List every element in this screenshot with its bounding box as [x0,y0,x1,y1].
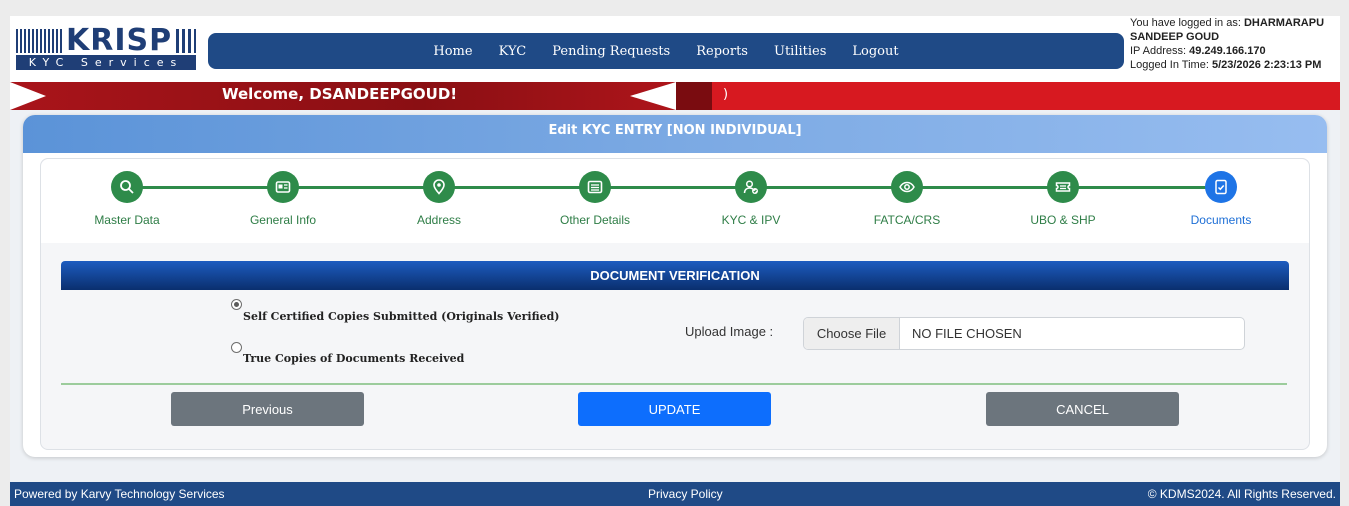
step-label: Documents [1190,213,1252,227]
upload-image-label: Upload Image : [685,324,774,339]
step-ubo-shp[interactable]: UBO & SHP [993,171,1133,227]
step-label: FATCA/CRS [873,213,941,227]
footer-powered-by: Powered by Karvy Technology Services [14,487,225,501]
ip-address: 49.249.166.170 [1189,45,1266,57]
step-label: Other Details [559,213,631,227]
nav-reports[interactable]: Reports [696,44,748,59]
step-kyc-ipv[interactable]: KYC & IPV [681,171,821,227]
form-divider [61,383,1287,385]
footer-copyright: © KDMS2024. All Rights Reserved. [1147,487,1336,501]
stepper: Master Data General Info Address Other D… [41,159,1309,243]
welcome-paren: ) [723,87,729,102]
user-check-icon [735,171,767,203]
step-label: UBO & SHP [1030,213,1096,227]
cancel-button[interactable]: CANCEL [986,392,1179,426]
krisp-logo[interactable]: KRISP KYC Services [16,23,196,72]
step-label: Master Data [94,213,160,227]
welcome-text: Welcome, DSANDEEPGOUD! [222,85,458,103]
true-copies-label[interactable]: True Copies of Documents Received [243,352,464,365]
banner-arrow-right [630,82,676,110]
nav-utilities[interactable]: Utilities [774,44,826,59]
login-time-label: Logged In Time: [1130,59,1209,71]
step-general-info[interactable]: General Info [213,171,353,227]
document-verification-header: DOCUMENT VERIFICATION [61,261,1289,290]
footer: Powered by Karvy Technology Services Pri… [10,482,1340,506]
logo-subtitle: KYC Services [16,55,196,70]
step-label: KYC & IPV [721,213,781,227]
nav-pending-requests[interactable]: Pending Requests [552,44,670,59]
logo-wordmark: KRISP [66,23,173,58]
previous-button[interactable]: Previous [171,392,364,426]
ip-label: IP Address: [1130,45,1187,57]
main-nav: Home KYC Pending Requests Reports Utilit… [208,33,1124,69]
update-button[interactable]: UPDATE [578,392,771,426]
eye-icon [891,171,923,203]
logo-barcode-tail [176,29,196,53]
user-name-line2: SANDEEP GOUD [1130,31,1220,43]
user-name-line1: DHARMARAPU [1243,17,1325,29]
welcome-banner: Welcome, DSANDEEPGOUD! ) [10,82,1340,110]
logo-barcode [16,29,62,53]
login-time: 5/23/2026 2:23:13 PM [1211,59,1322,71]
search-icon [111,171,143,203]
banner-block [676,82,712,110]
step-documents[interactable]: Documents [1151,171,1291,227]
step-label: Address [416,213,462,227]
step-other-details[interactable]: Other Details [525,171,665,227]
step-label: General Info [249,213,317,227]
kyc-card: Edit KYC ENTRY [NON INDIVIDUAL] Master D… [23,115,1327,457]
list-icon [579,171,611,203]
nav-home[interactable]: Home [433,44,472,59]
privacy-policy-link[interactable]: Privacy Policy [648,487,723,501]
step-fatca-crs[interactable]: FATCA/CRS [837,171,977,227]
kyc-wizard: Master Data General Info Address Other D… [40,158,1310,450]
header: KRISP KYC Services Home KYC Pending Requ… [10,16,1340,82]
choose-file-button[interactable]: Choose File [804,318,900,349]
radio-true-copies[interactable] [231,342,242,353]
banner-arrow-left [10,82,46,110]
logged-in-label: You have logged in as: [1130,17,1241,29]
nav-kyc[interactable]: KYC [499,44,527,59]
id-card-icon [267,171,299,203]
upload-image-input[interactable]: Choose File NO FILE CHOSEN [803,317,1245,350]
step-address[interactable]: Address [369,171,509,227]
document-check-icon [1205,171,1237,203]
user-info: You have logged in as: DHARMARAPU SANDEE… [1130,16,1340,72]
step-master-data[interactable]: Master Data [57,171,197,227]
nav-logout[interactable]: Logout [852,44,898,59]
radio-self-certified[interactable] [231,299,242,310]
browser-frame: KRISP KYC Services Home KYC Pending Requ… [0,0,1349,506]
location-pin-icon [423,171,455,203]
ticket-icon [1047,171,1079,203]
card-title: Edit KYC ENTRY [NON INDIVIDUAL] [23,115,1327,153]
no-file-chosen-text: NO FILE CHOSEN [912,326,1022,341]
page: KRISP KYC Services Home KYC Pending Requ… [10,16,1340,506]
self-certified-label[interactable]: Self Certified Copies Submitted (Origina… [243,310,559,323]
